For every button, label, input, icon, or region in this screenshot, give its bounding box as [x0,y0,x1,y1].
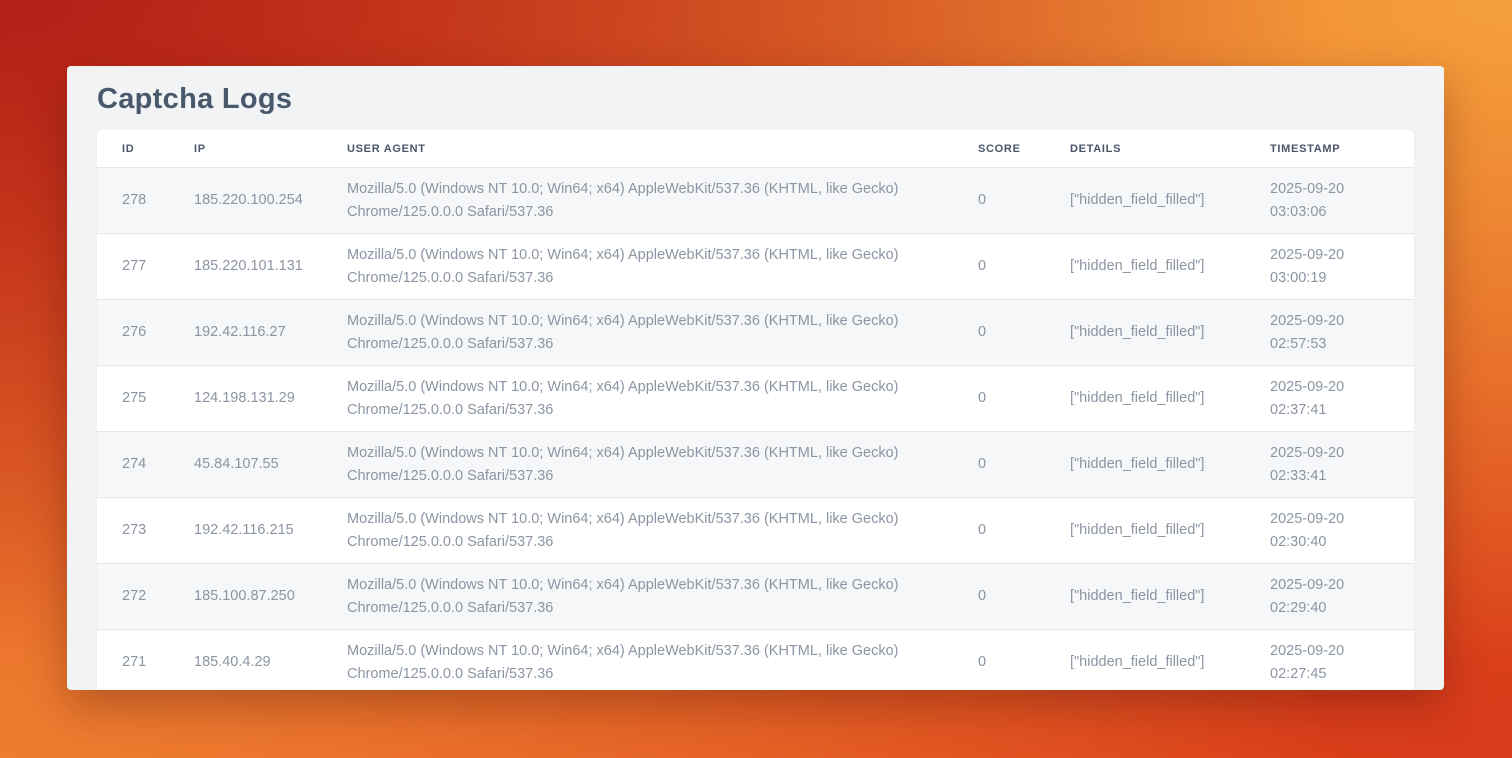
log-user-agent: Mozilla/5.0 (Windows NT 10.0; Win64; x64… [322,498,953,564]
log-ip: 185.40.4.29 [169,630,322,691]
column-header-score: SCORE [953,130,1045,168]
table-header-row: ID IP USER AGENT SCORE DETAILS TIMESTAMP [97,130,1414,168]
log-details: ["hidden_field_filled"] [1045,498,1245,564]
log-ip: 185.100.87.250 [169,564,322,630]
log-timestamp: 2025-09-20 03:00:19 [1245,234,1414,300]
log-details: ["hidden_field_filled"] [1045,366,1245,432]
log-score: 0 [953,300,1045,366]
log-details: ["hidden_field_filled"] [1045,300,1245,366]
log-timestamp: 2025-09-20 02:30:40 [1245,498,1414,564]
log-ip: 185.220.100.254 [169,168,322,234]
log-user-agent: Mozilla/5.0 (Windows NT 10.0; Win64; x64… [322,300,953,366]
log-user-agent: Mozilla/5.0 (Windows NT 10.0; Win64; x64… [322,168,953,234]
table-row: 275 124.198.131.29 Mozilla/5.0 (Windows … [97,366,1414,432]
log-ip: 124.198.131.29 [169,366,322,432]
log-details: ["hidden_field_filled"] [1045,432,1245,498]
table-row: 273 192.42.116.215 Mozilla/5.0 (Windows … [97,498,1414,564]
table-row: 278 185.220.100.254 Mozilla/5.0 (Windows… [97,168,1414,234]
log-score: 0 [953,168,1045,234]
table-row: 272 185.100.87.250 Mozilla/5.0 (Windows … [97,564,1414,630]
logs-table: ID IP USER AGENT SCORE DETAILS TIMESTAMP… [97,130,1414,690]
log-id: 276 [97,300,169,366]
log-ip: 185.220.101.131 [169,234,322,300]
logs-table-container: ID IP USER AGENT SCORE DETAILS TIMESTAMP… [97,130,1414,690]
log-score: 0 [953,630,1045,691]
table-row: 276 192.42.116.27 Mozilla/5.0 (Windows N… [97,300,1414,366]
log-id: 278 [97,168,169,234]
log-details: ["hidden_field_filled"] [1045,630,1245,691]
column-header-user-agent: USER AGENT [322,130,953,168]
column-header-id: ID [97,130,169,168]
log-user-agent: Mozilla/5.0 (Windows NT 10.0; Win64; x64… [322,366,953,432]
log-id: 274 [97,432,169,498]
log-id: 277 [97,234,169,300]
log-timestamp: 2025-09-20 02:33:41 [1245,432,1414,498]
log-timestamp: 2025-09-20 02:37:41 [1245,366,1414,432]
column-header-details: DETAILS [1045,130,1245,168]
log-details: ["hidden_field_filled"] [1045,564,1245,630]
log-score: 0 [953,564,1045,630]
column-header-ip: IP [169,130,322,168]
log-score: 0 [953,432,1045,498]
captcha-logs-card: Captcha Logs ID IP USER AGENT SCORE DETA… [67,66,1444,690]
log-timestamp: 2025-09-20 02:27:45 [1245,630,1414,691]
table-row: 274 45.84.107.55 Mozilla/5.0 (Windows NT… [97,432,1414,498]
log-id: 275 [97,366,169,432]
table-row: 277 185.220.101.131 Mozilla/5.0 (Windows… [97,234,1414,300]
log-ip: 45.84.107.55 [169,432,322,498]
log-user-agent: Mozilla/5.0 (Windows NT 10.0; Win64; x64… [322,564,953,630]
log-timestamp: 2025-09-20 02:57:53 [1245,300,1414,366]
log-score: 0 [953,366,1045,432]
log-id: 273 [97,498,169,564]
table-row: 271 185.40.4.29 Mozilla/5.0 (Windows NT … [97,630,1414,691]
log-user-agent: Mozilla/5.0 (Windows NT 10.0; Win64; x64… [322,630,953,691]
log-id: 272 [97,564,169,630]
log-ip: 192.42.116.215 [169,498,322,564]
log-user-agent: Mozilla/5.0 (Windows NT 10.0; Win64; x64… [322,234,953,300]
log-score: 0 [953,234,1045,300]
log-user-agent: Mozilla/5.0 (Windows NT 10.0; Win64; x64… [322,432,953,498]
log-score: 0 [953,498,1045,564]
log-timestamp: 2025-09-20 02:29:40 [1245,564,1414,630]
column-header-timestamp: TIMESTAMP [1245,130,1414,168]
page-title: Captcha Logs [97,83,1414,116]
log-details: ["hidden_field_filled"] [1045,234,1245,300]
log-timestamp: 2025-09-20 03:03:06 [1245,168,1414,234]
log-ip: 192.42.116.27 [169,300,322,366]
log-details: ["hidden_field_filled"] [1045,168,1245,234]
log-id: 271 [97,630,169,691]
